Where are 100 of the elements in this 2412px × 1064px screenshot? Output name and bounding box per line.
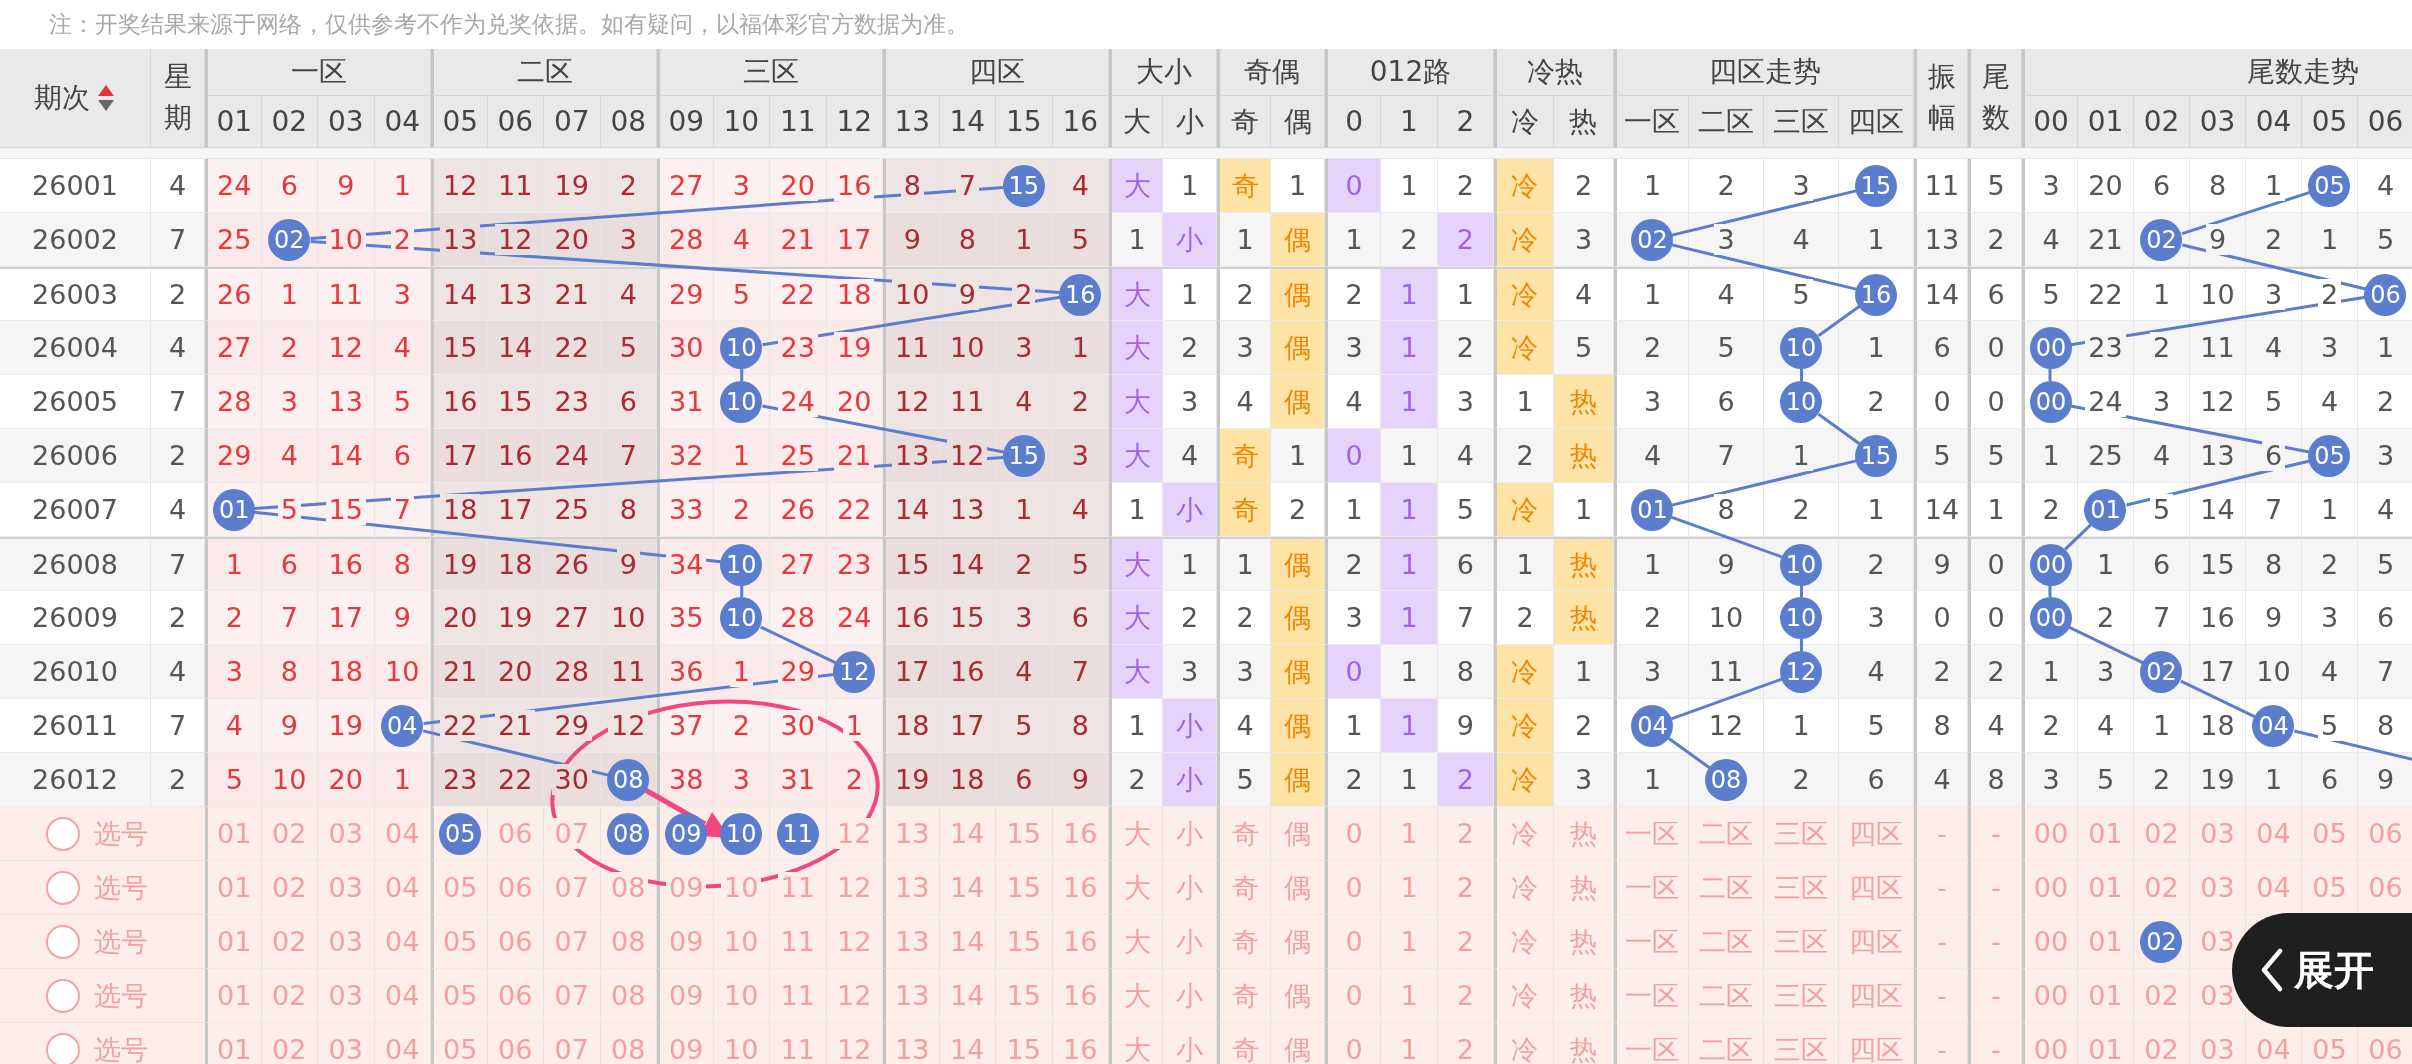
- number-option[interactable]: 偶: [1271, 969, 1325, 1023]
- number-option[interactable]: 00: [2022, 861, 2078, 915]
- number-option[interactable]: 热: [1554, 807, 1614, 861]
- number-option[interactable]: 07: [544, 807, 601, 861]
- number-option[interactable]: 二区: [1689, 915, 1764, 969]
- number-option[interactable]: 15: [996, 915, 1053, 969]
- number-option[interactable]: 05: [431, 915, 488, 969]
- number-option[interactable]: 13: [883, 807, 940, 861]
- number-option[interactable]: 01: [205, 807, 262, 861]
- number-option[interactable]: 13: [883, 969, 940, 1023]
- number-option[interactable]: 05: [431, 861, 488, 915]
- number-option[interactable]: 0: [1325, 1023, 1382, 1064]
- number-option[interactable]: 02: [261, 1023, 318, 1064]
- number-option[interactable]: 2: [1437, 915, 1494, 969]
- number-option[interactable]: 06: [487, 969, 544, 1023]
- number-option[interactable]: -: [1968, 807, 2022, 861]
- number-option[interactable]: 03: [318, 807, 375, 861]
- number-option[interactable]: 10: [713, 861, 770, 915]
- number-option[interactable]: 05: [431, 1023, 488, 1064]
- number-option[interactable]: 06: [487, 861, 544, 915]
- radio-button[interactable]: [46, 1032, 80, 1064]
- number-option[interactable]: 大: [1109, 861, 1163, 915]
- number-option[interactable]: 01: [2078, 1023, 2134, 1064]
- number-option[interactable]: 偶: [1271, 807, 1325, 861]
- number-ball[interactable]: 10: [720, 812, 763, 855]
- number-option[interactable]: 04: [374, 807, 431, 861]
- number-option[interactable]: 0: [1325, 861, 1382, 915]
- number-option[interactable]: 08: [600, 1023, 657, 1064]
- number-option[interactable]: 二区: [1689, 861, 1764, 915]
- number-option[interactable]: 12: [826, 969, 883, 1023]
- number-option[interactable]: 0: [1325, 969, 1382, 1023]
- number-option[interactable]: 01: [2078, 807, 2134, 861]
- number-option[interactable]: 06: [2358, 861, 2412, 915]
- number-option[interactable]: 04: [2246, 1023, 2302, 1064]
- number-option[interactable]: 12: [826, 861, 883, 915]
- number-option[interactable]: 05: [2302, 861, 2358, 915]
- number-option[interactable]: 12: [826, 807, 883, 861]
- number-option[interactable]: 14: [939, 969, 996, 1023]
- number-option[interactable]: 16: [1052, 1023, 1109, 1064]
- number-option[interactable]: -: [1914, 807, 1968, 861]
- number-option[interactable]: 09: [657, 969, 714, 1023]
- number-option[interactable]: 13: [883, 915, 940, 969]
- number-option[interactable]: 二区: [1689, 807, 1764, 861]
- number-option[interactable]: 二区: [1689, 1023, 1764, 1064]
- number-option[interactable]: 08: [600, 915, 657, 969]
- sort-icon[interactable]: [96, 83, 116, 113]
- number-option[interactable]: 06: [2358, 807, 2412, 861]
- number-option[interactable]: 一区: [1614, 1023, 1689, 1064]
- number-option[interactable]: 14: [939, 1023, 996, 1064]
- number-option[interactable]: 03: [318, 861, 375, 915]
- number-option[interactable]: 小: [1163, 915, 1217, 969]
- number-option[interactable]: 三区: [1764, 915, 1839, 969]
- number-option[interactable]: 01: [205, 969, 262, 1023]
- number-option[interactable]: -: [1914, 861, 1968, 915]
- number-option[interactable]: 奇: [1217, 969, 1271, 1023]
- number-option[interactable]: -: [1914, 915, 1968, 969]
- number-option[interactable]: 热: [1554, 861, 1614, 915]
- number-option[interactable]: 15: [996, 861, 1053, 915]
- number-option[interactable]: 一区: [1614, 969, 1689, 1023]
- number-option[interactable]: 01: [2078, 969, 2134, 1023]
- number-option[interactable]: 热: [1554, 969, 1614, 1023]
- number-option[interactable]: 05: [2302, 807, 2358, 861]
- number-option[interactable]: 15: [996, 1023, 1053, 1064]
- number-option[interactable]: 大: [1109, 969, 1163, 1023]
- number-option[interactable]: 03: [2190, 1023, 2246, 1064]
- number-option[interactable]: 02: [2134, 861, 2190, 915]
- number-option[interactable]: -: [1914, 1023, 1968, 1064]
- number-option[interactable]: 02: [2134, 969, 2190, 1023]
- number-option[interactable]: 1: [1381, 1023, 1438, 1064]
- number-option[interactable]: 16: [1052, 861, 1109, 915]
- select-label[interactable]: 选号: [94, 815, 148, 852]
- number-option[interactable]: 16: [1052, 807, 1109, 861]
- number-option[interactable]: 0: [1325, 807, 1382, 861]
- number-option[interactable]: -: [1968, 969, 2022, 1023]
- number-option[interactable]: 00: [2022, 807, 2078, 861]
- number-option[interactable]: 16: [1052, 915, 1109, 969]
- number-option[interactable]: 06: [487, 915, 544, 969]
- number-option[interactable]: 奇: [1217, 807, 1271, 861]
- number-option[interactable]: 大: [1109, 915, 1163, 969]
- number-option[interactable]: 04: [374, 915, 431, 969]
- number-option[interactable]: 08: [600, 969, 657, 1023]
- number-option[interactable]: 小: [1163, 1023, 1217, 1064]
- number-option[interactable]: 10: [713, 915, 770, 969]
- number-option[interactable]: 03: [318, 1023, 375, 1064]
- number-option[interactable]: 06: [487, 1023, 544, 1064]
- number-option[interactable]: 09: [657, 915, 714, 969]
- number-option[interactable]: 07: [544, 969, 601, 1023]
- number-option[interactable]: 1: [1381, 807, 1438, 861]
- number-option[interactable]: 15: [996, 807, 1053, 861]
- number-option[interactable]: 11: [770, 969, 827, 1023]
- number-option[interactable]: 2: [1437, 807, 1494, 861]
- number-option[interactable]: 二区: [1689, 969, 1764, 1023]
- select-label[interactable]: 选号: [94, 923, 148, 960]
- number-option[interactable]: 11: [770, 915, 827, 969]
- number-option[interactable]: 02: [2134, 1023, 2190, 1064]
- expand-button[interactable]: 展开: [2232, 913, 2412, 1027]
- number-option[interactable]: 0: [1325, 915, 1382, 969]
- number-option[interactable]: 2: [1437, 1023, 1494, 1064]
- select-label[interactable]: 选号: [94, 869, 148, 906]
- number-option[interactable]: -: [1968, 1023, 2022, 1064]
